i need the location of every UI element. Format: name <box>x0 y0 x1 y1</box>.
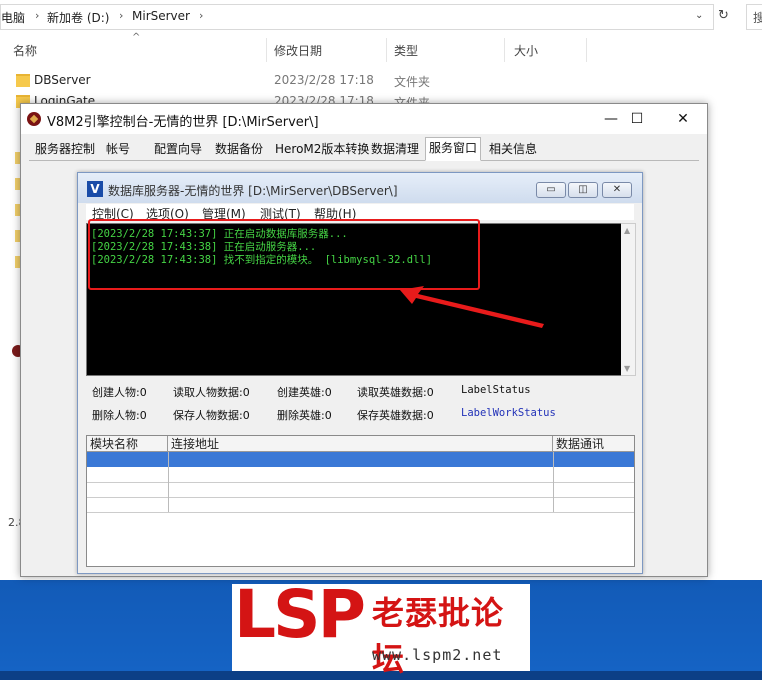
console-title-bar[interactable]: V8M2引擎控制台-无情的世界 [D:\MirServer\] — ☐ ✕ <box>21 104 707 134</box>
address-history-chevron-icon[interactable]: ⌄ <box>695 10 703 21</box>
column-divider[interactable] <box>504 38 505 62</box>
db-title-bar[interactable]: V 数据库服务器-无情的世界 [D:\MirServer\DBServer\] … <box>78 173 642 203</box>
maximize-button[interactable]: ☐ <box>617 108 657 130</box>
tab-data-cleanup[interactable]: 数据清理 <box>368 139 422 159</box>
folder-icon <box>16 74 30 87</box>
watermark-site-name: 老瑟批论坛 <box>372 594 505 678</box>
list-item[interactable]: DBServer 2023/2/28 17:18 文件夹 <box>0 70 762 92</box>
module-grid[interactable]: 模块名称 连接地址 数据通讯 <box>86 435 635 567</box>
breadcrumb-folder[interactable]: MirServer <box>132 9 190 23</box>
grid-header-module-name[interactable]: 模块名称 <box>87 436 168 452</box>
breadcrumb-separator-icon: › <box>199 9 204 22</box>
file-modified: 2023/2/28 17:18 <box>274 73 374 87</box>
column-header-name[interactable]: 名称 <box>13 42 37 59</box>
annotation-arrow-icon <box>400 286 544 328</box>
sort-ascending-icon: ^ <box>132 32 141 43</box>
db-window-title: 数据库服务器-无情的世界 [D:\MirServer\DBServer\] <box>108 184 398 198</box>
stat-read-hero: 读取英雄数据:0 <box>357 386 434 399</box>
db-close-button[interactable]: ✕ <box>602 182 632 198</box>
tab-herom2-convert[interactable]: HeroM2版本转换 <box>272 139 372 159</box>
tab-account[interactable]: 帐号 <box>103 139 133 159</box>
breadcrumb-drive[interactable]: 新加卷 (D:) <box>47 9 109 26</box>
column-divider <box>553 452 554 512</box>
breadcrumb-computer[interactable]: 电脑 <box>1 9 25 26</box>
tab-server-control[interactable]: 服务器控制 <box>32 139 98 159</box>
grid-header-connection-address[interactable]: 连接地址 <box>168 436 553 452</box>
stat-read-character: 读取人物数据:0 <box>173 386 250 399</box>
label-status: LabelStatus <box>461 384 531 396</box>
column-header-size[interactable]: 大小 <box>514 42 538 59</box>
label-work-status: LabelWorkStatus <box>461 407 556 419</box>
file-type: 文件夹 <box>394 75 431 89</box>
stat-save-character: 保存人物数据:0 <box>173 409 250 422</box>
column-divider[interactable] <box>386 38 387 62</box>
table-row[interactable] <box>87 467 634 483</box>
tab-data-backup[interactable]: 数据备份 <box>212 139 266 159</box>
stat-create-hero: 创建英雄:0 <box>277 386 332 399</box>
refresh-icon[interactable]: ↻ <box>718 8 729 23</box>
column-header-modified[interactable]: 修改日期 <box>274 42 322 59</box>
close-button[interactable]: ✕ <box>663 108 703 130</box>
tab-bar: 服务器控制 帐号 配置向导 数据备份 HeroM2版本转换 数据清理 服务窗口 … <box>29 137 699 161</box>
column-header-type[interactable]: 类型 <box>394 42 418 59</box>
breadcrumb-separator-icon: › <box>119 9 124 22</box>
log-scrollbar[interactable]: ▲ ▼ <box>621 223 636 376</box>
column-divider[interactable] <box>266 38 267 62</box>
tab-related-info[interactable]: 相关信息 <box>486 139 540 159</box>
column-divider <box>168 452 169 512</box>
db-maximize-button[interactable]: ◫ <box>568 182 598 198</box>
table-row[interactable] <box>87 482 634 498</box>
watermark-logo: LSP 老瑟批论坛 www.lspm2.net <box>232 576 530 678</box>
db-logo-icon: V <box>87 181 103 197</box>
window-title: V8M2引擎控制台-无情的世界 [D:\MirServer\] <box>47 115 319 130</box>
db-minimize-button[interactable]: ▭ <box>536 182 566 198</box>
search-input[interactable]: 搜 <box>746 4 762 30</box>
watermark-url: www.lspm2.net <box>372 646 503 664</box>
breadcrumb-separator-icon: › <box>35 9 40 22</box>
scroll-up-icon[interactable]: ▲ <box>624 226 630 235</box>
highlight-box <box>88 219 480 290</box>
search-placeholder: 搜 <box>753 11 762 25</box>
tab-config-wizard[interactable]: 配置向导 <box>151 139 205 159</box>
address-bar[interactable]: 电脑 › 新加卷 (D:) › MirServer › <box>0 4 714 30</box>
watermark-logo-text: LSP <box>234 576 366 653</box>
table-row[interactable] <box>87 452 634 467</box>
column-divider[interactable] <box>586 38 587 62</box>
stat-save-hero: 保存英雄数据:0 <box>357 409 434 422</box>
stat-delete-character: 删除人物:0 <box>92 409 147 422</box>
stat-delete-hero: 删除英雄:0 <box>277 409 332 422</box>
table-row[interactable] <box>87 497 634 513</box>
menu-bar: 控制(C) 选项(O) 管理(M) 测试(T) 帮助(H) <box>86 204 634 221</box>
app-logo-icon <box>27 112 41 126</box>
scroll-down-icon[interactable]: ▼ <box>624 364 630 373</box>
tab-service-window[interactable]: 服务窗口 <box>425 137 482 161</box>
file-name: DBServer <box>34 73 91 87</box>
grid-header-data-comm[interactable]: 数据通讯 <box>553 436 634 452</box>
stat-create-character: 创建人物:0 <box>92 386 147 399</box>
